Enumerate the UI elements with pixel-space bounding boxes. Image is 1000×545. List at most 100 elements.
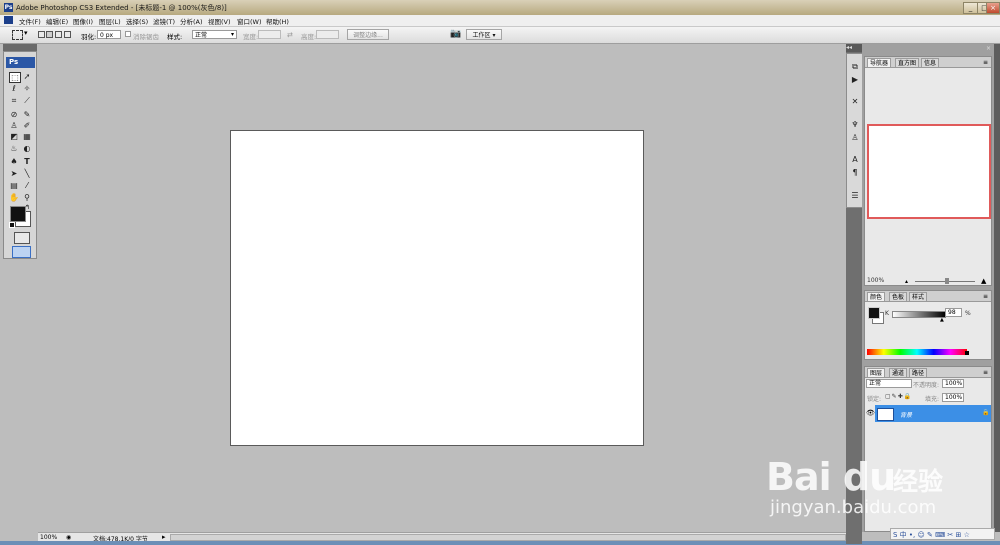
history-brush-icon[interactable]: ✐	[22, 121, 32, 130]
app-icon[interactable]: Ps	[4, 3, 13, 12]
collapse-dock-icon[interactable]: ◂◂	[846, 44, 863, 52]
tab-styles[interactable]: 样式	[909, 292, 928, 301]
swap-icon[interactable]: ⇄	[287, 31, 293, 39]
menu-view[interactable]: 视图(V)	[208, 16, 231, 26]
fill-input[interactable]: 100%	[942, 393, 964, 402]
zoom-out-icon[interactable]: ▴	[905, 278, 908, 285]
tab-channels[interactable]: 通道	[889, 368, 908, 377]
zoom-level[interactable]: 100%	[40, 534, 57, 541]
gradient-tool-icon[interactable]: ▦	[22, 132, 32, 141]
healing-brush-icon[interactable]: ⊘	[9, 110, 19, 119]
zoom-in-icon[interactable]: ▲	[981, 277, 986, 285]
k-slider-track[interactable]	[892, 311, 946, 318]
tab-histogram[interactable]: 直方图	[895, 58, 920, 67]
bridge-icon[interactable]: 📷	[450, 29, 461, 39]
notes-tool-icon[interactable]: ▤	[9, 181, 19, 190]
menu-analysis[interactable]: 分析(A)	[180, 16, 203, 26]
vertical-scrollbar[interactable]	[994, 44, 1000, 532]
horizontal-scrollbar[interactable]	[170, 534, 846, 541]
dodge-tool-icon[interactable]: ◐	[22, 144, 32, 153]
slice-tool-icon[interactable]: ⟋	[22, 96, 32, 105]
lasso-tool-icon[interactable]: ℓ	[9, 84, 19, 93]
black-swatch[interactable]	[965, 351, 969, 355]
subtract-selection-icon[interactable]	[55, 31, 62, 38]
layer-name[interactable]: 背景	[900, 410, 912, 419]
foreground-color-swatch[interactable]	[10, 206, 26, 222]
menu-file[interactable]: 文件(F)	[19, 16, 41, 26]
zoom-slider-thumb[interactable]	[945, 278, 949, 284]
default-colors-icon[interactable]	[9, 222, 15, 228]
layer-comps-icon[interactable]: ☰	[850, 191, 860, 201]
quick-mask-icon[interactable]	[14, 232, 30, 244]
menu-help[interactable]: 帮助(H)	[266, 16, 289, 26]
navigator-zoom[interactable]: 100%	[867, 277, 884, 284]
workspace-button[interactable]: 工作区 ▾	[466, 29, 502, 40]
k-slider-thumb[interactable]: ▲	[940, 317, 944, 323]
color-panel-menu-icon[interactable]: ≡	[983, 293, 988, 300]
width-input[interactable]	[258, 30, 281, 39]
panel-menu-icon[interactable]: ≡	[983, 59, 988, 66]
tab-color[interactable]: 颜色	[867, 292, 886, 301]
layers-panel-menu-icon[interactable]: ≡	[983, 369, 988, 376]
paragraph-panel-icon[interactable]: ¶	[850, 168, 860, 178]
history-panel-icon[interactable]: ⧉	[850, 62, 860, 72]
intersect-selection-icon[interactable]	[64, 31, 71, 38]
tab-layers[interactable]: 图层	[867, 368, 886, 377]
status-arrow-icon[interactable]: ▸	[162, 533, 166, 541]
blend-mode-select[interactable]: 正常	[866, 379, 912, 388]
color-spectrum-bar[interactable]	[867, 349, 967, 355]
close-button[interactable]: ×	[986, 2, 1000, 14]
menu-layer[interactable]: 图层(L)	[99, 16, 121, 26]
marquee-tool-preset-icon[interactable]	[12, 30, 23, 40]
menu-window[interactable]: 窗口(W)	[237, 16, 262, 26]
minimize-button[interactable]: _	[963, 2, 978, 14]
menu-select[interactable]: 选择(S)	[126, 16, 148, 26]
brush-tool-icon[interactable]: ✎	[22, 110, 32, 119]
antialias-checkbox[interactable]	[125, 31, 131, 37]
tab-swatches[interactable]: 色板	[889, 292, 908, 301]
move-tool-icon[interactable]: ➚	[22, 72, 32, 81]
tab-info[interactable]: 信息	[921, 58, 940, 67]
lock-icons[interactable]: ▢✎✚🔒	[885, 393, 912, 400]
blur-tool-icon[interactable]: ♨	[9, 144, 19, 153]
menu-image[interactable]: 图像(I)	[73, 16, 93, 26]
type-tool-icon[interactable]: T	[22, 157, 32, 166]
zoom-tool-icon[interactable]: ⚲	[22, 193, 32, 202]
eye-icon[interactable]: 👁	[866, 407, 875, 420]
eraser-tool-icon[interactable]: ◩	[9, 132, 19, 141]
menu-edit[interactable]: 编辑(E)	[46, 16, 68, 26]
document-canvas[interactable]	[230, 130, 644, 446]
ime-toolbar[interactable]: S 中 •, ☺ ✎ ⌨ ✂ ⊞ ☆	[890, 528, 995, 540]
actions-panel-icon[interactable]: ▶	[850, 75, 860, 85]
magic-wand-icon[interactable]: ✧	[22, 84, 32, 93]
clone-source-icon[interactable]: ♙	[850, 133, 860, 143]
foreground-color-preview[interactable]	[868, 307, 880, 319]
pen-tool-icon[interactable]: ♠	[9, 157, 19, 166]
tab-paths[interactable]: 路径	[909, 368, 928, 377]
style-select-chevron-icon[interactable]: ▾	[231, 31, 234, 38]
line-tool-icon[interactable]: ╲	[22, 169, 32, 178]
navigator-view-box[interactable]	[867, 124, 991, 219]
new-selection-icon[interactable]	[38, 31, 45, 38]
eyedropper-icon[interactable]: ⁄	[22, 181, 32, 190]
tool-presets-icon[interactable]: ✕	[850, 97, 860, 107]
height-input[interactable]	[316, 30, 339, 39]
chevron-down-icon[interactable]: ▾	[24, 29, 28, 37]
refine-edge-button[interactable]: 调整边缘...	[347, 29, 389, 40]
tab-navigator[interactable]: 导航器	[867, 58, 892, 67]
k-value-input[interactable]: 98	[945, 308, 962, 317]
marquee-tool-icon[interactable]: ⬚	[9, 72, 21, 83]
opacity-input[interactable]: 100%	[942, 379, 964, 388]
hand-tool-icon[interactable]: ✋	[9, 193, 19, 202]
screen-mode-icon[interactable]	[12, 246, 31, 258]
feather-input[interactable]: 0 px	[97, 30, 121, 39]
path-selection-icon[interactable]: ➤	[9, 169, 19, 178]
ps-menu-icon[interactable]	[4, 16, 13, 24]
crop-tool-icon[interactable]: ⌗	[9, 96, 19, 105]
brushes-panel-icon[interactable]: ♆	[850, 120, 860, 130]
character-panel-icon[interactable]: A	[850, 155, 860, 165]
close-panel-group-icon[interactable]: ×	[986, 45, 991, 52]
layer-row-background[interactable]: 背景 🔒	[875, 405, 991, 422]
clone-stamp-icon[interactable]: ♙	[9, 121, 19, 130]
tools-panel-header[interactable]	[3, 44, 37, 51]
